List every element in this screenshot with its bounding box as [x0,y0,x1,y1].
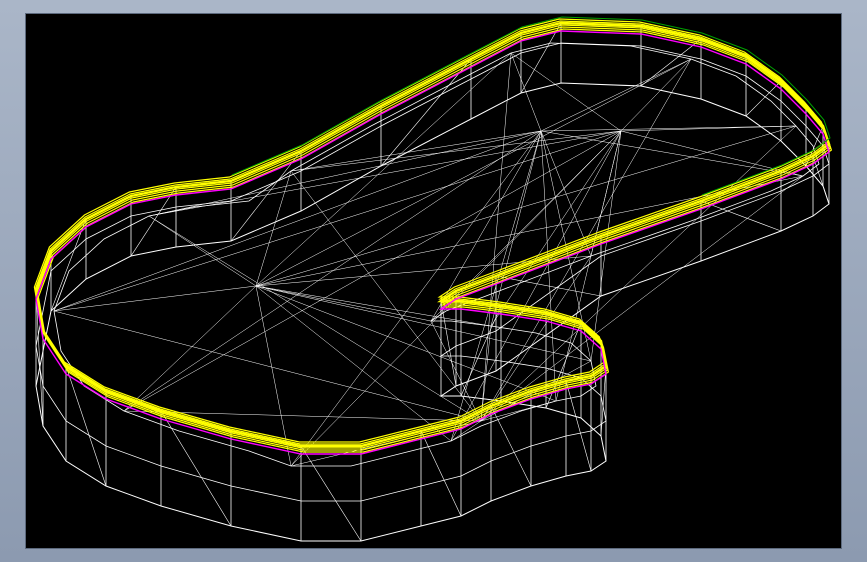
mesh-edge [53,285,257,312]
mesh-edge [490,130,542,327]
mesh-edge [123,285,257,412]
mesh-edge [540,58,692,132]
mesh-edge [123,130,542,412]
mesh-edge [490,130,622,327]
wall-diagonal [565,380,592,472]
mesh-edge [255,285,452,442]
mesh-edge [53,310,482,422]
mesh-edge [123,130,622,412]
triangulation-mesh [53,42,820,467]
bottom-outline [35,42,830,542]
mesh-edge [620,125,797,132]
mesh-edge [510,52,622,132]
mesh-edge [255,285,432,322]
wall-diagonal [460,305,502,397]
wireframe-model [33,16,833,542]
mesh-edge [148,215,482,422]
wall-diagonal [380,58,472,167]
mesh-edge [255,285,592,362]
rim-accent-lines [35,16,831,455]
green-line [231,16,831,196]
wall-diagonal [490,405,532,487]
wall-diagonal [700,200,782,232]
mesh-edge [290,130,542,172]
mesh-edge [540,125,797,132]
wall-diagonal [545,322,582,409]
mesh-edge [430,130,542,322]
wall-edges [35,22,830,542]
wall-diagonal [300,445,362,542]
cad-viewport[interactable] [25,13,842,549]
mesh-edge [255,58,692,287]
mesh-edge [540,130,592,257]
mesh-edge [540,130,804,177]
top-rim-outline [33,18,833,453]
wall-diagonal [440,300,457,387]
magenta-line [35,30,830,455]
mesh-edge [480,125,797,422]
wall-diagonal [640,38,702,87]
rim-outline [36,26,832,451]
inner-floor-edge [53,42,820,467]
wall-diagonal [745,80,782,117]
app-frame [0,0,867,562]
